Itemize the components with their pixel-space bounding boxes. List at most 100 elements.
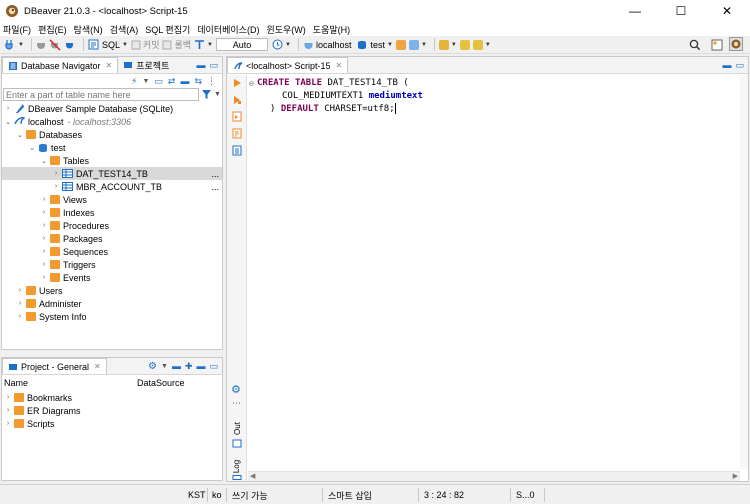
table-filter-field[interactable]	[3, 88, 199, 101]
chevron-right-icon[interactable]: ›	[52, 183, 60, 190]
schema-compare-button[interactable]	[395, 38, 406, 52]
back-button[interactable]	[459, 38, 470, 52]
forward-button[interactable]: ▼	[472, 38, 491, 52]
close-icon[interactable]: ✕	[106, 61, 113, 70]
chevron-down-icon[interactable]: ⌄	[28, 144, 36, 152]
gear-icon[interactable]: ⚙	[231, 383, 241, 396]
menu-sql-editor[interactable]: SQL 편집기	[145, 23, 190, 36]
tree-item-procedures[interactable]: › Procedures	[2, 219, 222, 232]
menu-database[interactable]: 데이터베이스(D)	[197, 23, 259, 36]
project-item-er-diagrams[interactable]: › ER Diagrams	[2, 404, 222, 417]
tab-project-general[interactable]: Project - General ✕	[2, 358, 107, 374]
project-item-bookmarks[interactable]: › Bookmarks	[2, 391, 222, 404]
close-button[interactable]: ✕	[704, 0, 750, 22]
chevron-right-icon[interactable]: ›	[4, 394, 12, 401]
tree-item-users[interactable]: › Users	[2, 284, 222, 297]
scroll-right-icon[interactable]: ▶	[733, 472, 738, 480]
chevron-right-icon[interactable]: ›	[16, 300, 24, 307]
invalidate-button[interactable]	[64, 38, 76, 52]
tree-item-test[interactable]: ⌄ test	[2, 141, 222, 154]
chevron-right-icon[interactable]: ›	[40, 222, 48, 229]
vertical-scrollbar[interactable]	[740, 75, 748, 469]
filter-button[interactable]: ▼	[201, 88, 221, 101]
execute-statement-icon[interactable]	[232, 78, 242, 88]
chevron-right-icon[interactable]: ›	[52, 170, 60, 177]
tree-item-table-dat-test14-tb[interactable]: › DAT_TEST14_TB ...	[2, 167, 222, 180]
refresh-icon[interactable]: ⇆	[194, 76, 202, 87]
link-editor-icon[interactable]: ⇄	[168, 76, 176, 87]
maximize-button[interactable]: ☐	[658, 0, 704, 22]
chevron-right-icon[interactable]: ›	[40, 261, 48, 268]
tree-item-localhost[interactable]: ⌄ localhost - localhost:3306	[2, 115, 222, 128]
tree-item-views[interactable]: › Views	[2, 193, 222, 206]
new-connection-button[interactable]: ▼	[4, 38, 24, 52]
menu-file[interactable]: 파일(F)	[3, 23, 31, 36]
load-script-icon[interactable]	[232, 145, 242, 156]
tree-item-administer[interactable]: › Administer	[2, 297, 222, 310]
chevron-right-icon[interactable]: ›	[40, 196, 48, 203]
chevron-down-icon[interactable]: ⌄	[16, 131, 24, 139]
fold-collapse-icon[interactable]: ⊖	[249, 77, 254, 90]
maximize-view-icon[interactable]: ▭	[209, 361, 218, 372]
gear-icon[interactable]: ⚙	[148, 361, 157, 372]
new-connection-icon[interactable]: ⚡	[131, 76, 137, 87]
tab-script-15[interactable]: <localhost> Script-15 ✕	[227, 57, 349, 73]
project-item-scripts[interactable]: › Scripts	[2, 417, 222, 430]
maximize-view-icon[interactable]: ▭	[735, 60, 744, 71]
chevron-right-icon[interactable]: ›	[40, 209, 48, 216]
link-icon[interactable]: ✚	[185, 361, 193, 372]
menu-search[interactable]: 검색(A)	[110, 23, 139, 36]
active-connection-selector[interactable]: localhost	[303, 38, 351, 52]
log-icon[interactable]	[232, 475, 242, 480]
column-header-datasource[interactable]: DataSource	[137, 378, 185, 390]
history-button[interactable]: ▼	[272, 38, 291, 52]
tree-item-sequences[interactable]: › Sequences	[2, 245, 222, 258]
minimize-view-icon[interactable]: ▬	[196, 60, 205, 70]
dbeaver-perspective-button[interactable]	[729, 37, 743, 51]
minimize-view-icon[interactable]: ▬	[722, 60, 731, 70]
rollback-button[interactable]: 롤백	[162, 38, 191, 52]
auto-commit-field[interactable]: Auto	[216, 38, 268, 51]
log-panel-toggle[interactable]: Log	[229, 457, 245, 475]
execute-script-icon[interactable]	[232, 111, 242, 122]
tree-item-tables[interactable]: ⌄ Tables	[2, 154, 222, 167]
execute-in-new-tab-icon[interactable]	[232, 95, 242, 105]
chevron-right-icon[interactable]: ›	[40, 235, 48, 242]
tab-projects[interactable]: 프로젝트	[118, 57, 174, 73]
maximize-view-icon[interactable]: ▭	[209, 60, 218, 71]
tree-item-events[interactable]: › Events	[2, 271, 222, 284]
close-icon[interactable]: ✕	[94, 362, 101, 371]
menu-help[interactable]: 도움말(H)	[313, 23, 350, 36]
chevron-right-icon[interactable]: ›	[16, 313, 24, 320]
close-icon[interactable]: ✕	[336, 61, 343, 70]
collapse-all-icon[interactable]: ▬	[180, 76, 189, 86]
minimize-view-icon[interactable]: ▬	[196, 361, 205, 371]
network-button[interactable]: ▼	[408, 38, 427, 52]
tools-button[interactable]: ▼	[438, 38, 457, 52]
menu-edit[interactable]: 편집(E)	[38, 23, 67, 36]
tree-item-triggers[interactable]: › Triggers	[2, 258, 222, 271]
chevron-right-icon[interactable]: ›	[4, 420, 12, 427]
menu-window[interactable]: 윈도우(W)	[266, 23, 305, 36]
connect-button[interactable]	[36, 38, 46, 52]
perspective-button[interactable]	[711, 38, 723, 52]
folder-icon[interactable]: ▭	[154, 76, 163, 87]
chevron-right-icon[interactable]: ›	[40, 274, 48, 281]
tree-item-sample-db[interactable]: › DBeaver Sample Database (SQLite)	[2, 102, 222, 115]
column-header-name[interactable]: Name	[4, 378, 28, 390]
tree-item-databases[interactable]: ⌄ Databases	[2, 128, 222, 141]
table-filter-input[interactable]	[6, 89, 196, 100]
chevron-right-icon[interactable]: ›	[40, 248, 48, 255]
tree-item-system-info[interactable]: › System Info	[2, 310, 222, 323]
chevron-down-icon[interactable]: ⌄	[4, 118, 12, 126]
menu-navigate[interactable]: 탐색(N)	[74, 23, 103, 36]
commit-button[interactable]: 커밋	[131, 38, 159, 52]
collapse-all-icon[interactable]: ▬	[172, 361, 181, 371]
sql-code-area[interactable]: ⊖ CREATE TABLE DAT_TEST14_TB ( COL_MEDIUM…	[249, 77, 737, 457]
tree-item-packages[interactable]: › Packages	[2, 232, 222, 245]
chevron-right-icon[interactable]: ›	[4, 105, 12, 112]
explain-plan-icon[interactable]	[232, 128, 242, 139]
chevron-down-icon[interactable]: ▼	[142, 78, 149, 85]
disconnect-button[interactable]	[49, 38, 61, 52]
output-icon[interactable]	[232, 439, 242, 448]
